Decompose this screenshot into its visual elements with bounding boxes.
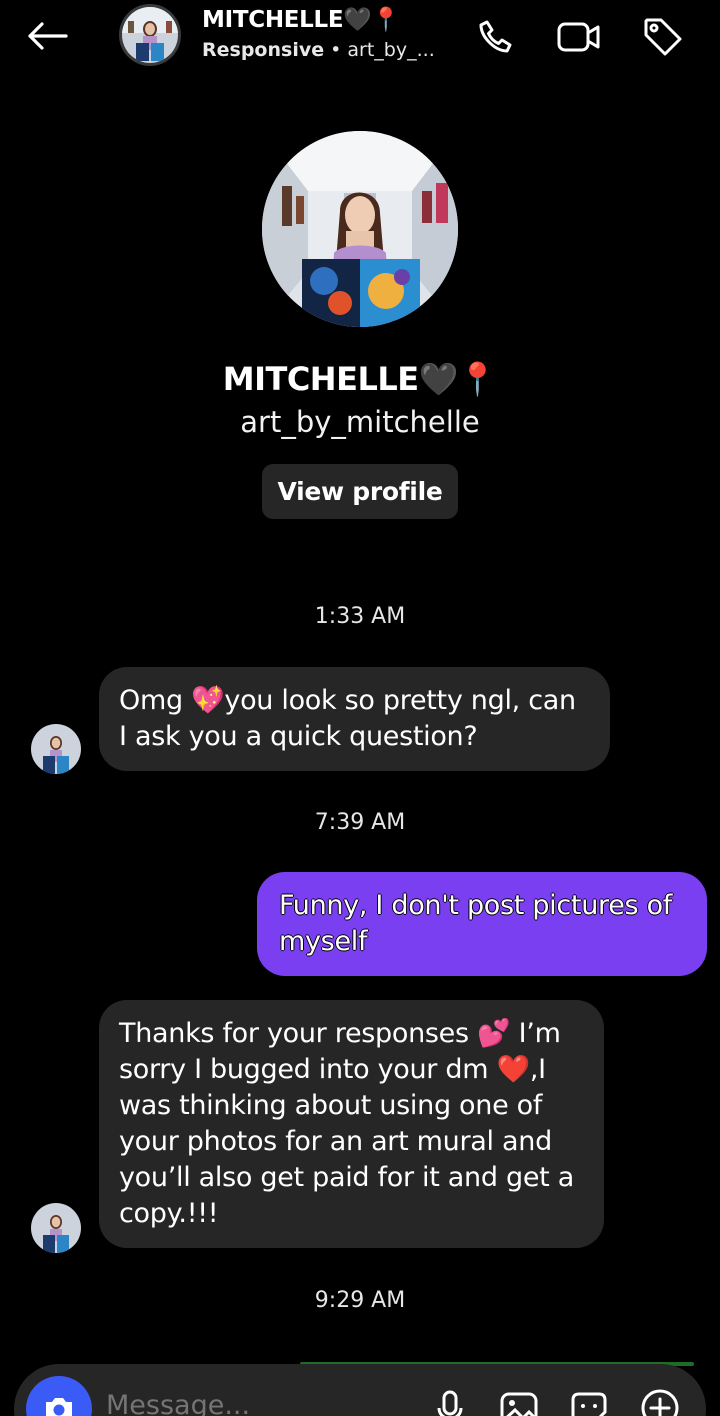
incoming-message[interactable]: Thanks for your responses 💕 I’m sorry I … — [99, 1000, 604, 1248]
gallery-button[interactable] — [497, 1386, 541, 1416]
video-call-button[interactable] — [556, 14, 602, 60]
tag-icon — [644, 18, 682, 56]
avatar-image — [122, 7, 178, 63]
header-subtitle[interactable]: Responsive • art_by_... — [202, 39, 435, 61]
arrow-left-icon — [28, 22, 68, 50]
profile-avatar[interactable] — [262, 131, 458, 327]
activity-status: Responsive — [202, 39, 325, 61]
video-camera-icon — [557, 22, 600, 52]
header-contact-name[interactable]: MITCHELLE🖤📍 — [202, 6, 400, 33]
sticker-icon — [571, 1392, 607, 1416]
message-input[interactable] — [106, 1390, 406, 1416]
phone-icon — [479, 20, 512, 53]
sender-avatar[interactable] — [31, 1203, 81, 1253]
view-profile-button[interactable]: View profile — [262, 464, 458, 519]
add-attachment-button[interactable] — [638, 1386, 682, 1416]
image-icon — [500, 1392, 538, 1416]
incoming-message[interactable]: Omg 💖you look so pretty ngl, can I ask y… — [99, 667, 610, 771]
subtitle-separator: • — [324, 39, 348, 61]
avatar-image — [31, 724, 81, 774]
tag-button[interactable] — [640, 14, 686, 60]
profile-handle: art_by_mitchelle — [240, 405, 480, 439]
dm-screen: MITCHELLE🖤📍 Responsive • art_by_... MITC… — [0, 0, 720, 1416]
header-handle: art_by_... — [347, 39, 435, 61]
microphone-icon — [437, 1390, 463, 1416]
message-timestamp: 1:33 AM — [314, 604, 406, 629]
call-button[interactable] — [472, 14, 518, 60]
camera-icon — [46, 1398, 72, 1416]
sticker-button[interactable] — [567, 1386, 611, 1416]
back-button[interactable] — [22, 14, 72, 58]
avatar-image — [31, 1203, 81, 1253]
outgoing-message[interactable]: Funny, I don't post pictures of myself — [257, 872, 707, 976]
chat-header: MITCHELLE🖤📍 Responsive • art_by_... — [0, 0, 720, 72]
profile-name: MITCHELLE🖤📍 — [222, 360, 498, 398]
plus-circle-icon — [641, 1389, 679, 1416]
header-avatar[interactable] — [119, 4, 181, 66]
voice-message-button[interactable] — [428, 1386, 472, 1416]
message-timestamp: 7:39 AM — [314, 810, 406, 835]
sender-avatar[interactable] — [31, 724, 81, 774]
message-timestamp: 9:29 AM — [314, 1288, 406, 1313]
profile-photo — [262, 131, 458, 327]
